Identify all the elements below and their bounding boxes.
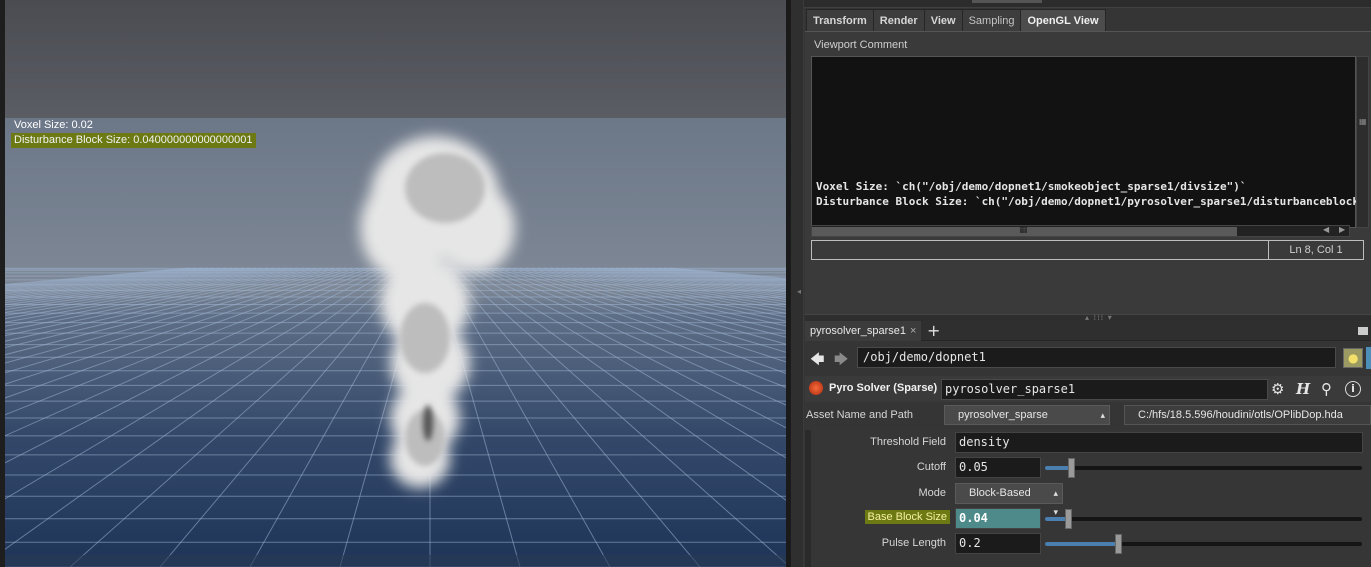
slider-handle[interactable] — [1115, 534, 1122, 554]
pulse-length-input[interactable]: 0.2 — [955, 533, 1041, 554]
tab-view[interactable]: View — [923, 9, 963, 31]
pin-icon: ● — [1348, 351, 1359, 365]
base-block-size-slider[interactable] — [1045, 509, 1362, 529]
base-block-size-input[interactable]: 0.04 — [955, 508, 1041, 529]
param-cutoff: Cutoff 0.05 — [811, 456, 1371, 478]
mode-value: Block-Based — [969, 487, 1031, 499]
voxel-size-comment: Voxel Size: 0.02 — [14, 119, 93, 131]
scroll-grip-icon[interactable]: ▦ — [1019, 225, 1028, 235]
parameter-pane-header: pyrosolver_sparse1 × + — [805, 321, 1371, 341]
network-path-field[interactable]: /obj/demo/dopnet1 — [857, 347, 1336, 368]
comment-line: Voxel Size: `ch("/obj/demo/dopnet1/smoke… — [816, 180, 1247, 193]
close-icon[interactable]: × — [910, 325, 916, 337]
slider-fill — [1045, 542, 1118, 546]
node-type-label: Pyro Solver (Sparse) — [829, 382, 938, 394]
cutoff-input[interactable]: 0.05 — [955, 457, 1041, 478]
viewport-background-top — [5, 0, 786, 118]
tab-label: pyrosolver_sparse1 — [810, 325, 906, 337]
splitter-grip-icon[interactable]: ◂ — [797, 287, 801, 296]
param-pulse-length: Pulse Length 0.2 — [811, 532, 1371, 554]
link-indicator[interactable] — [1366, 347, 1371, 369]
asset-name-and-path-label: Asset Name and Path — [806, 409, 914, 421]
param-mode: Mode Block-Based ▴ ▾ — [811, 482, 1371, 517]
top-strip-tab[interactable] — [972, 0, 1042, 3]
mode-select[interactable]: Block-Based ▴ ▾ — [955, 483, 1063, 517]
param-label: Base Block Size — [864, 510, 950, 524]
cutoff-slider[interactable] — [1045, 458, 1362, 478]
add-tab-button[interactable]: + — [927, 321, 940, 341]
disturbance-block-size-comment: Disturbance Block Size: 0.04000000000000… — [11, 133, 256, 148]
horizontal-scroll-thumb[interactable]: ▦ — [812, 225, 1237, 236]
comment-line: Disturbance Block Size: `ch("/obj/demo/d… — [816, 195, 1356, 208]
pane-menu-icon[interactable] — [1358, 327, 1368, 335]
property-tabs: Transform Render View Sampling OpenGL Vi… — [806, 9, 1106, 31]
threshold-field-input[interactable]: density — [955, 432, 1363, 453]
slider-handle[interactable] — [1068, 458, 1075, 478]
viewport-bottom-band — [5, 555, 786, 567]
ground-grid — [5, 136, 786, 567]
editor-horizontal-scrollbar[interactable]: ▦ ◀ ▶ — [811, 225, 1350, 237]
opengl-view-tab-body: Viewport Comment Voxel Size: `ch("/obj/d… — [805, 31, 1371, 314]
viewport-scene[interactable] — [5, 118, 786, 567]
pin-button[interactable]: ● — [1343, 348, 1363, 368]
pyro-solver-icon — [809, 381, 823, 395]
viewport-comment-editor[interactable]: Voxel Size: `ch("/obj/demo/dopnet1/smoke… — [811, 56, 1356, 228]
forward-arrow-icon[interactable]: 🡆 — [834, 349, 848, 373]
node-name-field[interactable]: pyrosolver_sparse1 — [941, 379, 1268, 400]
editor-vertical-scrollbar[interactable]: ▦ — [1356, 56, 1369, 228]
back-arrow-icon[interactable]: 🡄 — [810, 349, 824, 373]
info-icon[interactable]: i — [1345, 381, 1361, 397]
tab-pyrosolver[interactable]: pyrosolver_sparse1 × — [805, 321, 922, 341]
comment-text: Voxel Size: `ch("/obj/demo/dopnet1/smoke… — [816, 179, 1356, 209]
editor-status-bar: Ln 8, Col 1 — [811, 240, 1364, 260]
param-label: Mode — [918, 487, 946, 499]
asset-path-field[interactable]: C:/hfs/18.5.596/houdini/otls/OPlibDop.hd… — [1124, 405, 1371, 425]
param-base-block-size: Base Block Size 0.04 — [811, 507, 1371, 529]
cursor-position: Ln 8, Col 1 — [1268, 241, 1363, 259]
tab-transform[interactable]: Transform — [806, 9, 874, 31]
top-strip — [804, 0, 1371, 8]
smoke-plume — [360, 136, 515, 488]
tab-opengl-view[interactable]: OpenGL View — [1020, 9, 1106, 31]
gear-icon[interactable]: ⚙ — [1271, 380, 1284, 398]
scroll-grip-icon[interactable]: ▦ — [1359, 117, 1367, 126]
node-header: Pyro Solver (Sparse) pyrosolver_sparse1 … — [805, 376, 1371, 402]
slider-handle[interactable] — [1065, 509, 1072, 529]
viewport-comment-label: Viewport Comment — [814, 39, 908, 51]
param-threshold-field: Threshold Field density — [811, 431, 1371, 453]
scroll-right-icon[interactable]: ▶ — [1339, 225, 1345, 234]
pulse-length-slider[interactable] — [1045, 534, 1362, 554]
param-label: Threshold Field — [870, 436, 946, 448]
parameter-list: Threshold Field density Cutoff 0.05 Mode… — [805, 430, 1371, 567]
network-path-bar: 🡄 🡆 /obj/demo/dopnet1 ● — [805, 343, 1371, 371]
pane-splitter[interactable] — [790, 0, 804, 567]
search-icon[interactable]: ⚲ — [1321, 380, 1332, 398]
param-label: Pulse Length — [881, 537, 946, 549]
scene-viewport[interactable]: Voxel Size: 0.02 Disturbance Block Size:… — [0, 0, 790, 567]
param-label: Cutoff — [916, 461, 946, 473]
asset-name-select[interactable]: pyrosolver_sparse▴▾ — [944, 405, 1110, 438]
scroll-left-icon[interactable]: ◀ — [1323, 225, 1329, 234]
help-h-icon[interactable]: H — [1296, 380, 1310, 398]
asset-name-value: pyrosolver_sparse — [958, 409, 1048, 421]
asset-row: Asset Name and Path pyrosolver_sparse▴▾ … — [805, 403, 1371, 438]
tab-render[interactable]: Render — [872, 9, 925, 31]
tab-sampling[interactable]: Sampling — [961, 9, 1022, 31]
right-panel: Transform Render View Sampling OpenGL Vi… — [804, 0, 1371, 567]
